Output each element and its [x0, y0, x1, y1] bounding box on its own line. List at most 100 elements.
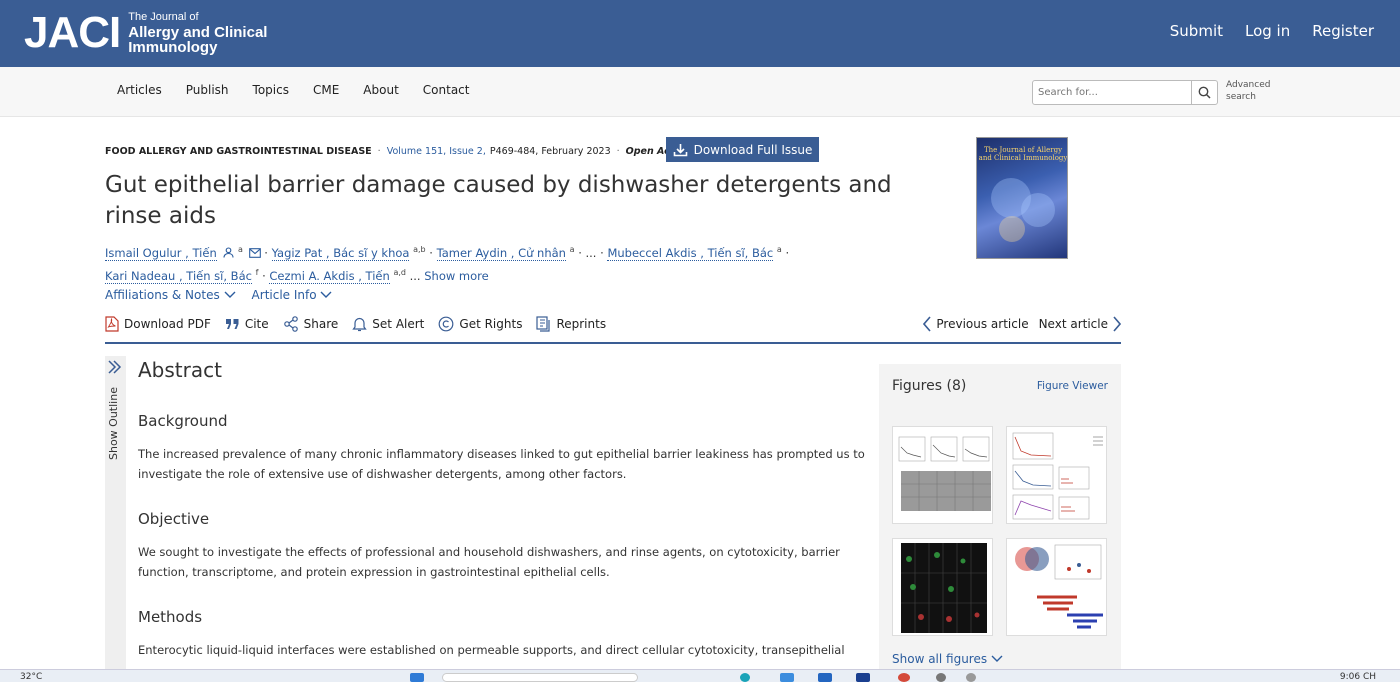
journal-logo[interactable]: JACI The Journal of Allergy and Clinical…	[24, 10, 267, 55]
share-label: Share	[303, 317, 339, 331]
author-link[interactable]: Cezmi A. Akdis , Tiến	[269, 268, 390, 284]
separator: ·	[262, 268, 266, 283]
figure-thumbnail-image	[1012, 432, 1103, 520]
abstract-section: Abstract Background The increased preval…	[138, 358, 868, 682]
abstract-subheading: Background	[138, 412, 228, 430]
advanced-search-link[interactable]: Advanced search	[1226, 79, 1276, 103]
abstract-paragraph: We sought to investigate the effects of …	[138, 545, 840, 579]
figure-thumbnail[interactable]	[892, 538, 993, 636]
logo-mark: JACI	[24, 7, 121, 57]
separator: ·	[578, 245, 582, 260]
logo-text: The Journal of Allergy and Clinical Immu…	[128, 10, 267, 55]
journal-cover-image[interactable]: The Journal of Allergy and Clinical Immu…	[976, 137, 1068, 259]
app-icon[interactable]	[818, 673, 832, 682]
logo-line-2: Allergy and Clinical	[128, 24, 268, 41]
app-icon[interactable]	[856, 673, 870, 682]
pages-date: P469-484, February 2023	[489, 146, 611, 157]
abstract-heading: Abstract	[138, 358, 222, 382]
chevron-right-icon	[1113, 316, 1121, 332]
outline-label: Show Outline	[107, 387, 120, 460]
cite-label: Cite	[244, 317, 269, 331]
app-icon[interactable]	[936, 673, 946, 682]
authors-ellipsis: ...	[409, 268, 421, 283]
author-affiliation-sup: a	[776, 245, 782, 254]
figure-thumbnail-image	[901, 543, 987, 633]
reprints-label: Reprints	[556, 317, 607, 331]
cover-graphic	[1021, 193, 1055, 227]
chevron-down-icon	[320, 291, 332, 298]
author-affiliation-sup: f	[255, 267, 259, 277]
login-link[interactable]: Log in	[1245, 22, 1290, 40]
browser-icon[interactable]	[898, 673, 910, 682]
nav-contact[interactable]: Contact	[423, 83, 470, 97]
figure-viewer-link[interactable]: Figure Viewer	[1037, 380, 1108, 392]
separator: ·	[600, 245, 604, 260]
figure-thumbnail[interactable]	[892, 426, 993, 524]
nav-cme[interactable]: CME	[313, 83, 339, 97]
outline-toggle[interactable]: Show Outline	[105, 356, 126, 682]
nav-about[interactable]: About	[363, 83, 398, 97]
os-taskbar: 32°C 9:06 CH	[0, 669, 1400, 682]
author-affiliation-sup: a	[238, 245, 243, 254]
search-button[interactable]	[1191, 81, 1217, 104]
app-icon[interactable]	[966, 673, 976, 682]
author-link[interactable]: Tamer Aydin , Cử nhân	[436, 245, 566, 261]
abstract-paragraph: Enterocytic liquid-liquid interfaces wer…	[138, 643, 845, 657]
separator: ·	[616, 146, 620, 157]
show-more-authors-link[interactable]: Show more	[424, 269, 488, 283]
show-all-figures-label: Show all figures	[892, 652, 988, 666]
email-icon[interactable]	[248, 247, 261, 258]
article-details-toggles: Affiliations & Notes Article Info	[105, 288, 332, 302]
submit-link[interactable]: Submit	[1170, 22, 1223, 40]
cite-button[interactable]: Cite	[225, 316, 269, 332]
nav-publish[interactable]: Publish	[186, 83, 229, 97]
figure-thumbnail[interactable]	[1006, 426, 1107, 524]
article-section[interactable]: FOOD ALLERGY AND GASTROINTESTINAL DISEAS…	[105, 146, 372, 157]
previous-article-link[interactable]: Previous article	[923, 316, 1029, 332]
site-header: JACI The Journal of Allergy and Clinical…	[0, 0, 1400, 67]
taskbar-clock[interactable]: 9:06 CH	[1340, 672, 1376, 682]
bell-icon	[352, 317, 367, 332]
author-link[interactable]: Mubeccel Akdis , Tiến sĩ, Bác	[607, 245, 774, 261]
start-icon[interactable]	[410, 673, 424, 682]
nav-topics[interactable]: Topics	[253, 83, 289, 97]
volume-issue-link[interactable]: Volume 151, Issue 2,	[387, 146, 486, 157]
next-article-link[interactable]: Next article	[1039, 316, 1121, 332]
article-info-toggle[interactable]: Article Info	[252, 288, 333, 302]
app-icon[interactable]	[740, 673, 750, 682]
author-link[interactable]: Ismail Ogulur , Tiến	[105, 245, 217, 261]
affiliations-label: Affiliations & Notes	[105, 288, 220, 302]
main-nav: Articles Publish Topics CME About Contac…	[0, 67, 1400, 117]
search-bar[interactable]	[442, 673, 638, 682]
get-rights-label: Get Rights	[459, 317, 523, 331]
app-icon[interactable]	[780, 673, 794, 682]
set-alert-button[interactable]: Set Alert	[352, 316, 424, 332]
author-link[interactable]: Yagiz Pat , Bác sĩ y khoa	[271, 245, 410, 261]
affiliations-toggle[interactable]: Affiliations & Notes	[105, 288, 236, 302]
figure-thumbnail[interactable]	[1006, 538, 1107, 636]
cover-title: The Journal of Allergy and Clinical Immu…	[978, 146, 1068, 162]
separator: ·	[377, 146, 381, 157]
author-list: Ismail Ogulur , Tiến a · Yagiz Pat , Bác…	[105, 240, 805, 286]
author-link[interactable]: Kari Nadeau , Tiến sĩ, Bác	[105, 268, 252, 284]
weather-widget[interactable]: 32°C	[20, 672, 42, 682]
download-pdf-button[interactable]: Download PDF	[105, 316, 211, 332]
show-all-figures-link[interactable]: Show all figures	[892, 652, 1003, 666]
cover-graphic	[999, 216, 1025, 242]
share-button[interactable]: Share	[283, 316, 339, 332]
search-input[interactable]	[1033, 81, 1191, 104]
separator: ·	[264, 245, 268, 260]
download-full-issue-button[interactable]: Download Full Issue	[666, 137, 819, 162]
article-title: Gut epithelial barrier damage caused by …	[105, 172, 892, 229]
figures-panel: Figures (8) Figure Viewer Show all figur…	[879, 364, 1121, 682]
get-rights-button[interactable]: Get Rights	[438, 316, 522, 332]
quote-icon	[225, 319, 239, 329]
abstract-paragraph: The increased prevalence of many chronic…	[138, 447, 865, 481]
set-alert-label: Set Alert	[372, 317, 425, 331]
abstract-subheading: Objective	[138, 510, 210, 528]
nav-articles[interactable]: Articles	[117, 83, 162, 97]
chevron-left-icon	[923, 316, 932, 332]
download-pdf-label: Download PDF	[124, 317, 211, 331]
reprints-button[interactable]: Reprints	[536, 316, 606, 332]
register-link[interactable]: Register	[1312, 22, 1374, 40]
